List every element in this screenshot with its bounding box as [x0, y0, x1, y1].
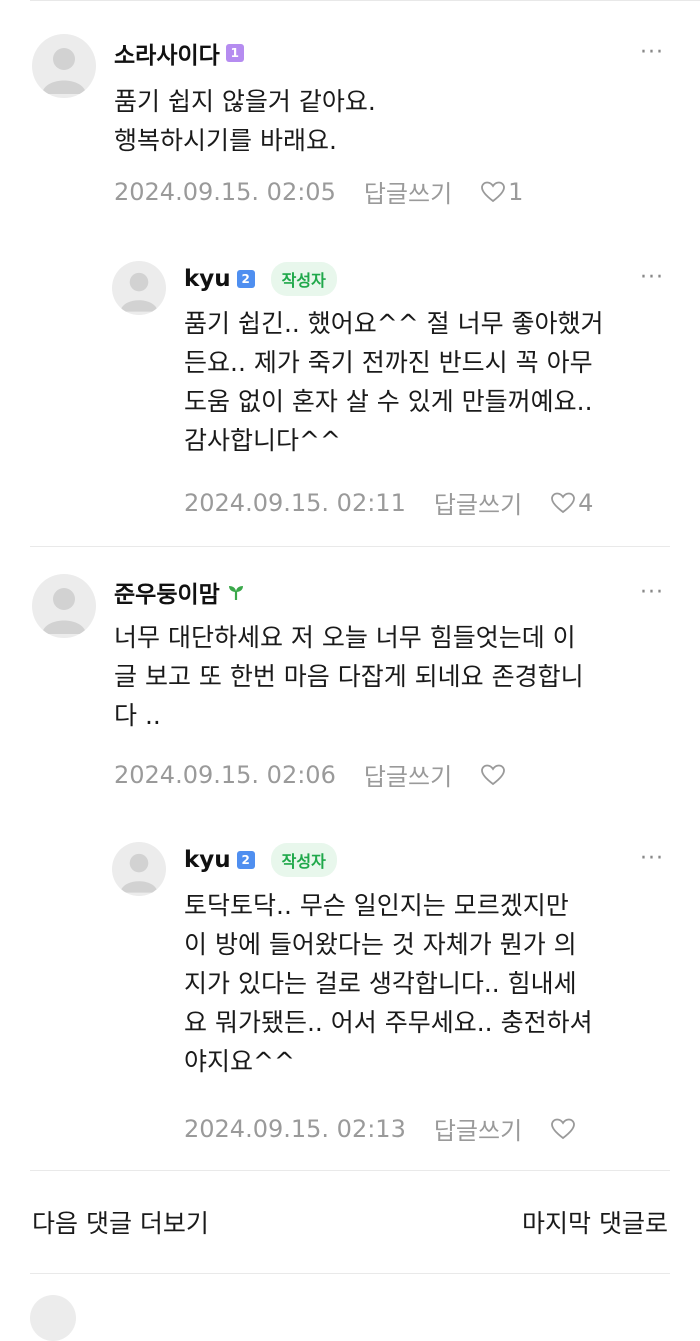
comment-author[interactable]: 준우둥이맘 [114, 575, 246, 609]
avatar[interactable] [112, 842, 166, 896]
heart-icon [551, 1118, 576, 1139]
level-badge-icon: 1 [225, 44, 244, 62]
reply-button[interactable]: 답글쓰기 [434, 1111, 522, 1146]
avatar[interactable] [112, 261, 166, 315]
comment-timestamp: 2024.09.15. 02:06 [114, 760, 336, 789]
author-badge: 작성자 [270, 843, 337, 877]
divider [30, 1170, 670, 1171]
comment-text: 토닥토닥.. 무슨 일인지는 모르겠지만 이 방에 들어왔다는 것 자체가 뭔가… [184, 891, 593, 1076]
more-options-icon[interactable]: ··· [640, 42, 664, 64]
author-badge: 작성자 [270, 262, 337, 296]
level-badge-icon: 2 [236, 851, 255, 869]
like-button[interactable] [550, 1117, 578, 1141]
heart-icon [551, 492, 576, 513]
comment-meta: 2024.09.15. 02:05 답글쓰기 1 [114, 174, 523, 209]
author-name[interactable]: 준우둥이맘 [114, 575, 220, 609]
next-comments-button[interactable]: 다음 댓글 더보기 [32, 1204, 209, 1240]
comment-meta: 2024.09.15. 02:06 답글쓰기 [114, 757, 508, 792]
comment-text: 너무 대단하세요 저 오늘 너무 힘들엇는데 이 글 보고 또 한번 마음 다잡… [114, 623, 584, 730]
more-options-icon[interactable]: ··· [640, 848, 664, 870]
sprout-icon [228, 586, 243, 600]
avatar[interactable] [32, 34, 96, 98]
comment-timestamp: 2024.09.15. 02:11 [184, 488, 406, 517]
author-name[interactable]: 소라사이다 [114, 36, 220, 70]
comment-timestamp: 2024.09.15. 02:05 [114, 177, 336, 206]
avatar[interactable] [30, 1295, 76, 1341]
comment-author[interactable]: kyu 2 작성자 [184, 843, 337, 877]
author-name[interactable]: kyu [184, 847, 231, 873]
reply-button[interactable]: 답글쓰기 [434, 485, 522, 520]
reply-button[interactable]: 답글쓰기 [364, 757, 452, 792]
top-divider [30, 0, 700, 7]
comment-author[interactable]: kyu 2 작성자 [184, 262, 337, 296]
like-count: 4 [578, 488, 594, 517]
comment-meta: 2024.09.15. 02:11 답글쓰기 4 [184, 485, 593, 520]
reply-button[interactable]: 답글쓰기 [364, 174, 452, 209]
comment-text: 품기 쉽지 않을거 같아요. 행복하시기를 바래요. [114, 87, 376, 155]
like-count: 1 [508, 177, 524, 206]
author-name[interactable]: kyu [184, 266, 231, 292]
last-comment-button[interactable]: 마지막 댓글로 [522, 1204, 668, 1240]
like-button[interactable]: 4 [550, 489, 593, 517]
like-button[interactable]: 1 [480, 178, 523, 206]
more-options-icon[interactable]: ··· [640, 267, 664, 289]
comment-timestamp: 2024.09.15. 02:13 [184, 1114, 406, 1143]
divider [30, 546, 670, 547]
comment-meta: 2024.09.15. 02:13 답글쓰기 [184, 1111, 578, 1146]
comment-author[interactable]: 소라사이다 1 [114, 36, 244, 70]
like-button[interactable] [480, 763, 508, 787]
avatar[interactable] [32, 574, 96, 638]
comment-pagination: 다음 댓글 더보기 마지막 댓글로 [0, 1190, 700, 1254]
comment-text: 품기 쉽긴.. 했어요^^ 절 너무 좋아했거 든요.. 제가 죽기 전까진 반… [184, 309, 604, 455]
heart-icon [481, 181, 506, 202]
heart-icon [481, 764, 506, 785]
level-badge-icon: 2 [236, 270, 255, 288]
more-options-icon[interactable]: ··· [640, 582, 664, 604]
divider [30, 1273, 670, 1274]
